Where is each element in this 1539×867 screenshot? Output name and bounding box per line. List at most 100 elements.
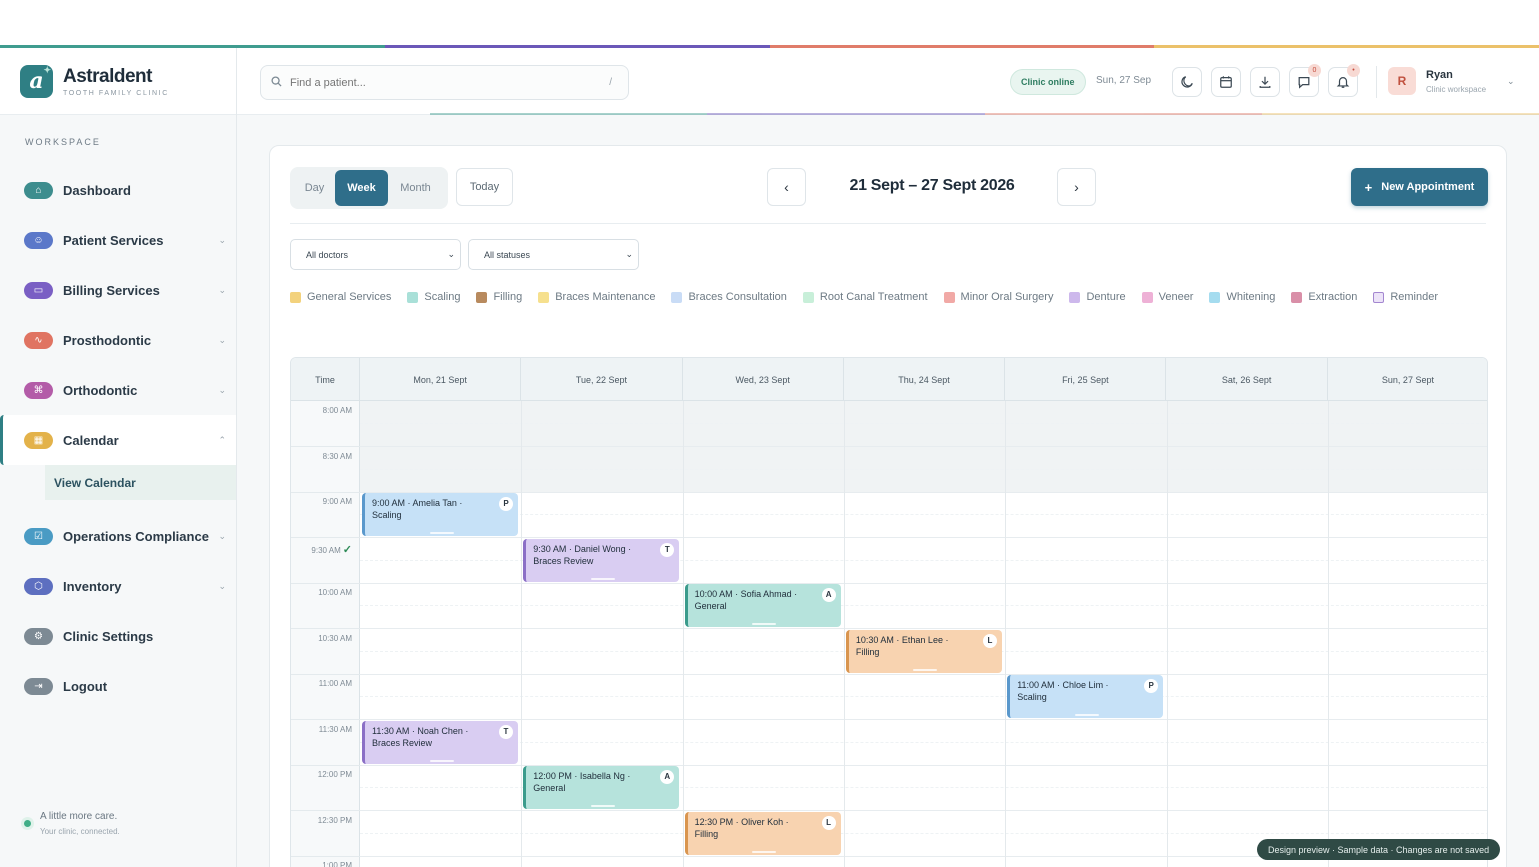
sidebar-item-logout[interactable]: ⇥ Logout [0,661,236,711]
search-input[interactable] [290,76,590,89]
doctor-initial-badge: L [982,633,997,648]
appointment-card[interactable]: 11:30 AM · Noah Chen · Braces Review T [362,720,518,764]
chevron-down-icon[interactable]: ⌄ [1507,76,1515,87]
time-column-header: Time [291,358,360,401]
legend-label: General Services [307,291,392,303]
resize-handle[interactable] [752,850,777,853]
time-slot-label: 1:00 PM [291,856,360,867]
color-segment [430,113,708,115]
sidebar-item-label: Calendar [63,432,119,448]
time-slot-row[interactable] [360,674,1487,720]
brand-name: Astraldent [63,65,152,87]
sidebar-item-prosthodontic[interactable]: ∿ Prosthodontic ⌄ [0,315,236,365]
sidebar-item-operations-compliance[interactable]: ☑ Operations Compliance ⌄ [0,511,236,561]
view-month-button[interactable]: Month [388,170,443,206]
chevron-down-icon[interactable]: ⌄ [218,581,226,592]
chevron-down-icon[interactable]: ⌄ [218,385,226,396]
messages-button[interactable]: 0 [1289,64,1321,97]
resize-handle[interactable] [429,532,454,534]
appointment-treatment: General [533,783,566,793]
top-blank-area [0,0,1539,45]
view-day-button[interactable]: Day [294,170,335,206]
sidebar-subitem-view-calendar[interactable]: View Calendar [45,465,236,500]
resize-handle[interactable] [590,805,615,807]
resize-handle[interactable] [752,623,777,625]
legend-swatch [476,291,488,303]
doctor-initial-badge: P [499,497,513,511]
user-menu[interactable]: R Ryan Clinic workspace [1388,67,1486,95]
appointment-card[interactable]: 10:00 AM · Sofia Ahmad · General A [684,584,841,627]
notifications-button[interactable]: • [1328,64,1360,97]
chevron-up-icon[interactable]: ⌃ [218,435,226,446]
download-button[interactable] [1250,67,1280,97]
brand-subtitle: TOOTH FAMILY CLINIC [63,89,169,97]
legend-swatch [1069,291,1081,303]
time-slot-row[interactable] [360,401,1487,447]
new-appointment-button[interactable]: + New Appointment [1351,168,1488,206]
moon-icon [1181,76,1193,88]
previous-week-button[interactable]: ‹ [767,168,806,206]
appointment-card[interactable]: 12:30 PM · Oliver Koh · Filling L [684,811,841,855]
user-name: Ryan [1426,68,1453,81]
patient-search[interactable]: / [260,65,629,100]
status-filter-select[interactable]: All statuses ⌄ [468,239,639,270]
users-icon: ☺ [24,231,53,249]
view-week-button[interactable]: Week [335,170,388,206]
chevron-down-icon[interactable]: ⌄ [218,285,226,296]
appointment-treatment: Braces Review [533,555,594,566]
notifications-badge: • [1347,64,1360,77]
treatment-legend: General Services Scaling Filling Braces Mai… [290,291,1470,303]
legend-label: Scaling [424,291,461,303]
sidebar-item-patient-services[interactable]: ☺ Patient Services ⌄ [0,215,236,265]
appointment-title: 9:30 AM · Daniel Wong · [533,543,632,554]
legend-swatch [802,291,814,303]
resize-handle[interactable] [429,759,454,762]
time-label: 10:30 AM [318,633,352,643]
avatar: R [1388,67,1416,95]
appointment-card[interactable]: 10:30 AM · Ethan Lee · Filling L [845,629,1002,673]
day-header: Thu, 24 Sept [844,358,1006,401]
appointment-card[interactable]: 12:00 PM · Isabella Ng · General A [523,766,680,809]
doctor-filter-select[interactable]: All doctors ⌄ [290,239,461,270]
brand[interactable]: a ✦ Astraldent TOOTH FAMILY CLINIC [0,48,236,115]
sidebar-item-dashboard[interactable]: ⌂ Dashboard [0,165,236,215]
calendar-button[interactable] [1211,67,1241,97]
card-icon: ▭ [24,281,53,299]
time-slot-row[interactable] [360,720,1487,766]
appointment-card[interactable]: 11:00 AM · Chloe Lim · Scaling P [1007,675,1164,718]
chevron-down-icon[interactable]: ⌄ [218,335,226,346]
time-slot-label: 12:00 PM [291,765,360,811]
time-slot-row[interactable] [360,446,1487,493]
time-slot-row[interactable] [360,583,1487,629]
sidebar-item-orthodontic[interactable]: ⌘ Orthodontic ⌄ [0,365,236,415]
legend-label: Minor Oral Surgery [960,291,1054,303]
chevron-down-icon[interactable]: ⌄ [218,235,226,246]
day-column-divider [682,401,684,867]
sidebar-item-label: Billing Services [63,282,160,298]
next-week-button[interactable]: › [1057,168,1096,206]
doctor-initial-badge: T [499,724,513,739]
time-slot-row[interactable] [360,492,1487,538]
calendar-grid: 9:00 AM · Amelia Tan · Scaling P 9:30 AM · … [360,401,1487,867]
day-header: Sat, 26 Sept [1167,358,1328,401]
resize-handle[interactable] [1074,714,1099,716]
chevron-down-icon[interactable]: ⌄ [218,531,226,542]
appointment-title: 11:30 AM · Noah Chen · [372,725,469,736]
appointment-card[interactable]: 9:30 AM · Daniel Wong · Braces Review T [523,538,680,582]
legend-swatch [671,291,683,303]
legend-label: Filling [493,291,523,303]
resize-handle[interactable] [913,668,938,671]
dark-mode-button[interactable] [1172,67,1202,97]
sidebar-item-calendar[interactable]: ▦ Calendar ⌃ [0,415,236,465]
legend-item: Braces Maintenance [538,291,655,303]
day-header: Fri, 25 Sept [1005,358,1167,401]
resize-handle[interactable] [590,577,615,580]
sidebar-item-billing-services[interactable]: ▭ Billing Services ⌄ [0,265,236,315]
sidebar-item-clinic-settings[interactable]: ⚙ Clinic Settings [0,611,236,661]
pulse-icon: ∿ [24,331,53,349]
today-button[interactable]: Today [456,168,513,206]
day-header: Wed, 23 Sept [683,358,844,401]
appointment-card[interactable]: 9:00 AM · Amelia Tan · Scaling P [362,493,518,536]
sidebar-item-inventory[interactable]: ⬡ Inventory ⌄ [0,561,236,611]
legend-swatch [1291,291,1303,303]
